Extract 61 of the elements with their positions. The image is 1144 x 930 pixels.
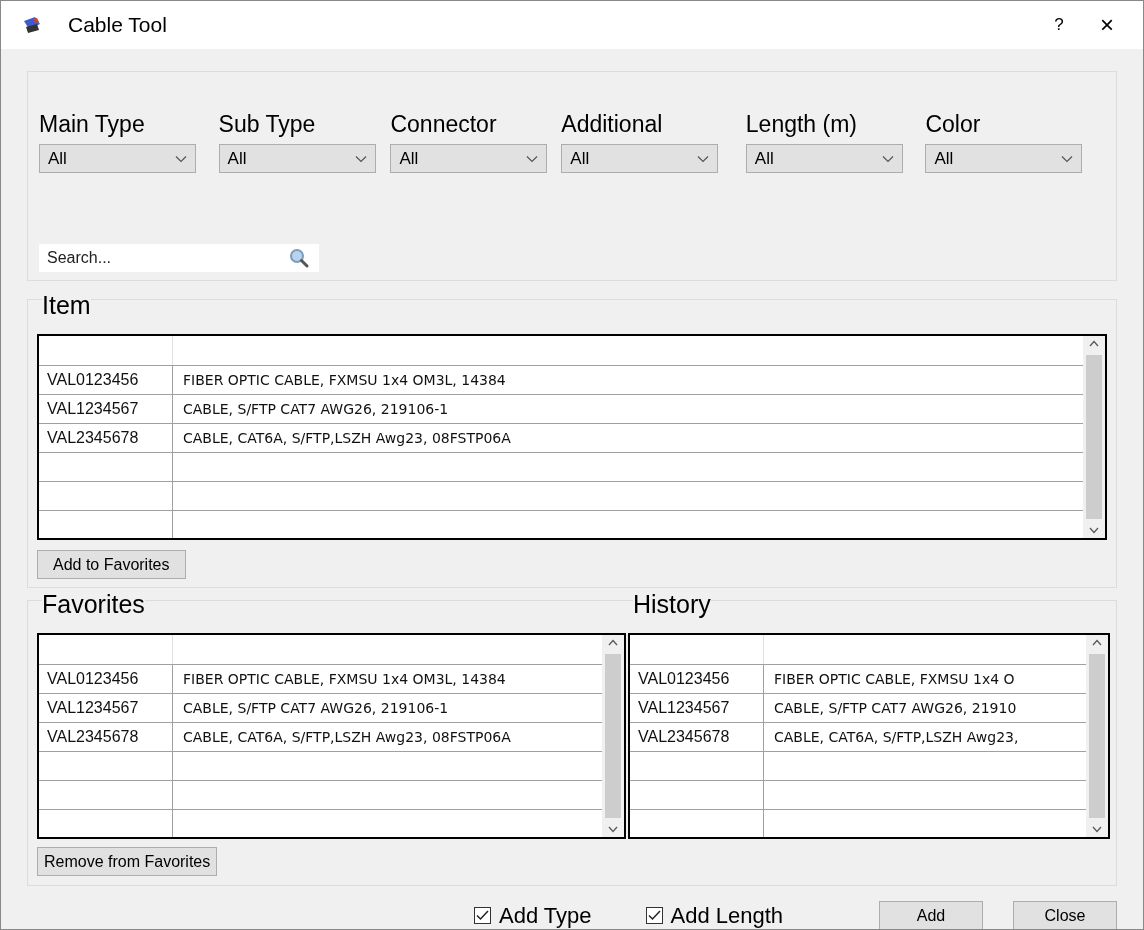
checkbox-label: Add Length: [670, 902, 784, 929]
check-icon: [476, 910, 489, 921]
table-cell-text: FIBER OPTIC CABLE, FXMSU 1x4 O: [774, 669, 1015, 689]
table-cell-text: VAL1234567: [47, 399, 139, 419]
table-cell-text: FIBER OPTIC CABLE, FXMSU 1x4 OM3L, 14384: [183, 370, 506, 390]
table-cell-text: CABLE, S/FTP CAT7 AWG26, 219106-1: [183, 399, 449, 419]
table-cell-text: VAL2345678: [638, 727, 730, 747]
table-cell-text: VAL2345678: [47, 727, 139, 747]
chevron-down-icon: [881, 154, 894, 163]
table-cell-text: VAL1234567: [47, 698, 139, 718]
table-cell-text: CABLE, S/FTP CAT7 AWG26, 21910: [774, 698, 1017, 718]
window-title: Cable Tool: [68, 12, 167, 39]
table-cell-text: VAL0123456: [638, 669, 730, 689]
table-cell-text: CABLE, S/FTP CAT7 AWG26, 219106-1: [183, 698, 449, 718]
search-field[interactable]: Search...: [39, 244, 319, 272]
chevron-down-icon: [175, 154, 187, 163]
filter-label: Length (m): [745, 110, 858, 138]
checkbox[interactable]: [645, 907, 663, 924]
add-button[interactable]: Add: [879, 901, 983, 929]
filter-label: Color: [925, 110, 982, 138]
table-cell-text: CABLE, CAT6A, S/FTP,LSZH Awg23,: [774, 727, 1019, 747]
chevron-up-icon[interactable]: [1089, 340, 1099, 347]
check-icon: [647, 910, 661, 921]
table-cell-text: VAL2345678: [47, 428, 139, 448]
app-icon: [21, 15, 43, 35]
chevron-down-icon: [1061, 154, 1074, 163]
close-dialog-button[interactable]: Close: [1013, 901, 1117, 929]
dropdown[interactable]: All: [39, 144, 196, 173]
chevron-down-icon[interactable]: [1092, 826, 1102, 833]
chevron-down-icon[interactable]: [1089, 527, 1099, 534]
chevron-up-icon[interactable]: [608, 639, 618, 646]
scrollbar[interactable]: [1086, 635, 1108, 837]
table-cell-text: VAL0123456: [47, 669, 139, 689]
search-icon: [289, 248, 309, 268]
dropdown[interactable]: All: [925, 144, 1083, 173]
dropdown[interactable]: All: [745, 144, 903, 173]
dropdown[interactable]: All: [561, 144, 719, 173]
chevron-down-icon: [697, 154, 710, 163]
chevron-down-icon[interactable]: [608, 826, 618, 833]
table-cell-text: FIBER OPTIC CABLE, FXMSU 1x4 OM3L, 14384: [183, 669, 506, 689]
filter-label: Additional: [561, 110, 664, 138]
close-button[interactable]: ×: [1079, 7, 1135, 43]
filter-label: Connector: [390, 110, 498, 138]
table-cell-text: VAL0123456: [47, 370, 139, 390]
dropdown[interactable]: All: [218, 144, 376, 173]
scrollbar[interactable]: [1083, 336, 1105, 538]
scrollbar[interactable]: [602, 635, 624, 837]
table-cell-text: CABLE, CAT6A, S/FTP,LSZH Awg23, 08FSTP06A: [183, 428, 511, 448]
checkbox-label: Add Type: [499, 902, 592, 929]
chevron-down-icon: [526, 154, 539, 163]
filter-label: Main Type: [39, 110, 146, 138]
filter-label: Sub Type: [218, 110, 317, 138]
table-cell-text: CABLE, CAT6A, S/FTP,LSZH Awg23, 08FSTP06A: [183, 727, 511, 747]
checkbox[interactable]: [474, 907, 491, 924]
chevron-up-icon[interactable]: [1092, 639, 1102, 646]
add-to-favorites-button[interactable]: Add to Favorites: [37, 550, 186, 579]
dropdown[interactable]: All: [390, 144, 548, 173]
table-cell-text: VAL1234567: [638, 698, 730, 718]
remove-from-favorites-button[interactable]: Remove from Favorites: [37, 847, 218, 876]
help-button[interactable]: ?: [1039, 12, 1079, 38]
chevron-down-icon: [354, 154, 367, 163]
